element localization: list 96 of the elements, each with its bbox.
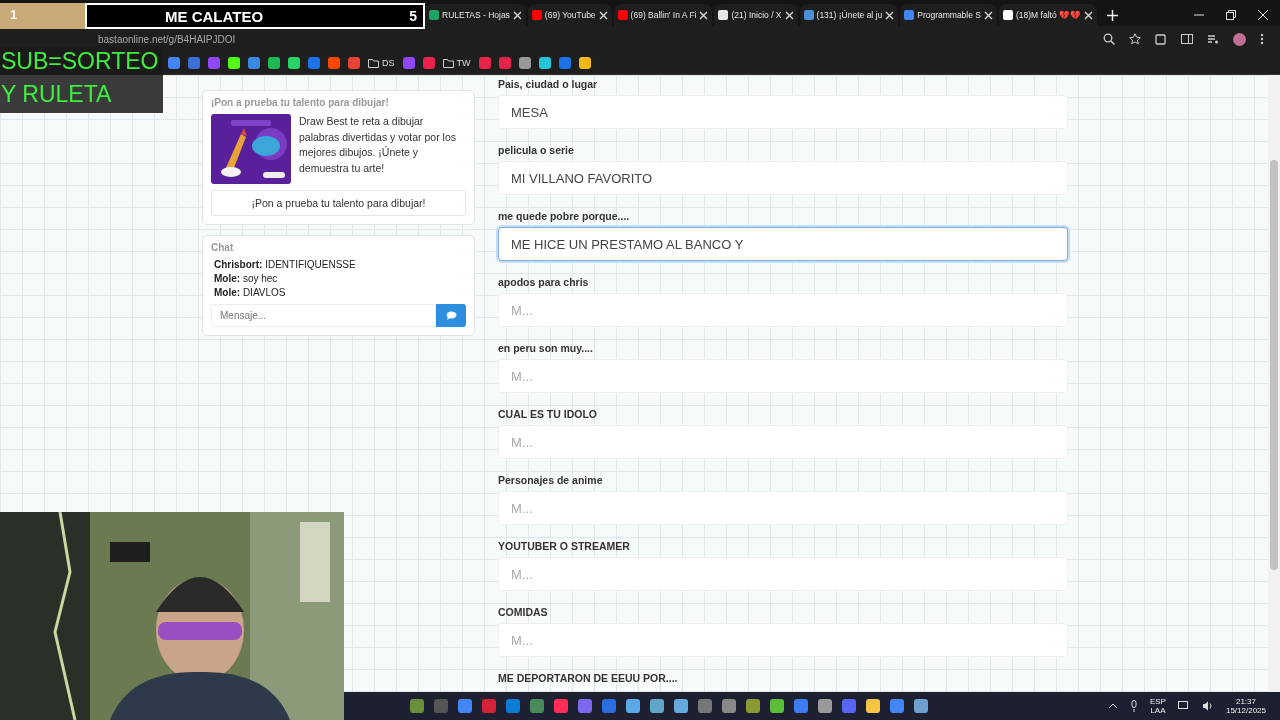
send-button[interactable]	[436, 304, 466, 327]
network-icon[interactable]	[1177, 701, 1190, 711]
chat-message: soy hec	[242, 273, 278, 284]
menu-icon[interactable]	[1260, 33, 1264, 45]
bookmark-icon[interactable]	[328, 57, 340, 69]
promo-button[interactable]: ¡Pon a prueba tu talento para dibujar!	[211, 190, 466, 216]
chat-title: Chat	[211, 242, 235, 253]
bookmark-icon[interactable]	[518, 57, 531, 69]
browser-tab[interactable]: (131) ¡Únete al ju	[799, 4, 899, 26]
field-label: ME DEPORTARON DE EEUU POR....	[498, 672, 679, 684]
tab-favicon-icon	[718, 10, 729, 20]
close-icon[interactable]	[885, 10, 895, 20]
restore-icon[interactable]	[1226, 10, 1236, 20]
message-field[interactable]: Mensaje...	[211, 304, 436, 327]
profile-avatar[interactable]	[1233, 32, 1246, 46]
browser-tab[interactable]: (69) YouTube	[527, 4, 612, 26]
bookmark-icon[interactable]	[168, 57, 180, 69]
answer-field[interactable]: M...	[498, 557, 1068, 591]
language-indicator[interactable]: ESP	[1149, 697, 1166, 706]
field-label: Personajes de anime	[498, 474, 604, 486]
close-icon[interactable]	[784, 10, 794, 20]
answer-field[interactable]: M...	[498, 293, 1068, 327]
overlay-promo-text: Y RULETA	[0, 75, 163, 113]
answer-field[interactable]: MESA	[498, 95, 1068, 129]
bookmark-icon[interactable]	[288, 57, 300, 69]
close-icon[interactable]	[598, 10, 608, 20]
close-icon[interactable]	[512, 10, 522, 20]
chat-message: IDENTIFIQUENSSE	[265, 259, 356, 270]
overlay-promo-text: SUB=SORTEO	[0, 47, 163, 75]
star-icon[interactable]	[1129, 33, 1141, 45]
bookmark-icon[interactable]	[228, 57, 240, 69]
extensions-icon[interactable]	[1155, 33, 1167, 45]
tab-favicon-icon	[803, 10, 814, 20]
answer-field[interactable]: M...	[498, 359, 1068, 393]
tab-favicon-icon	[904, 10, 915, 20]
taskbar-app-icon[interactable]	[650, 699, 664, 713]
answer-field[interactable]: M...	[498, 623, 1068, 657]
taskbar-app-icon[interactable]	[770, 699, 784, 713]
taskbar-app-icon[interactable]	[914, 699, 928, 713]
browser-tab[interactable]: (18)M faltó 💔💔	[999, 4, 1097, 26]
chat-username: Mole:	[214, 287, 241, 298]
answer-field[interactable]: M...	[498, 425, 1068, 459]
overlay-counter: 1	[0, 3, 85, 29]
field-label: YOUTUBER O STREAMER	[498, 540, 631, 552]
bookmark-folder[interactable]: TW	[442, 58, 471, 68]
speaker-icon[interactable]	[1201, 701, 1214, 711]
field-label: COMIDAS	[498, 606, 549, 618]
zoom-icon[interactable]	[1103, 33, 1115, 45]
browser-tab[interactable]: (21) Inicio / X	[714, 4, 798, 26]
chat-bubble-icon	[445, 311, 457, 320]
bookmark-icon[interactable]	[538, 57, 551, 69]
address-field[interactable]: bastaonline.net/g/B4HAIPJDOI	[98, 33, 236, 45]
bookmark-folder[interactable]: DS	[368, 58, 395, 68]
clock-time[interactable]: 21:37	[1235, 697, 1256, 706]
field-label: Pais, ciudad o lugar	[498, 78, 599, 90]
chat-username: Chrisbort:	[214, 259, 263, 270]
promo-description: Draw Best te reta a dibujar palabras divertidas y votar por los mejores dibujos. ¡Únete y demuestra tu arte!	[299, 114, 457, 176]
close-icon[interactable]	[984, 10, 993, 20]
close-icon[interactable]	[1258, 10, 1268, 20]
media-icon[interactable]	[1207, 33, 1219, 45]
browser-tab[interactable]: (69) Ballin' In A Fi	[613, 4, 713, 26]
chat-username: Mole:	[214, 273, 241, 284]
bookmark-icon[interactable]	[268, 57, 280, 69]
chat-message: DIAVLOS	[242, 287, 286, 298]
browser-tab[interactable]: RULETAS - Hojas	[425, 4, 526, 26]
answer-field[interactable]: MI VILLANO FAVORITO	[498, 161, 1068, 195]
field-label: en peru son muy....	[498, 342, 594, 354]
overlay-counter: 5	[409, 8, 417, 24]
answer-field[interactable]: ME HICE UN PRESTAMO AL BANCO Y	[498, 227, 1068, 261]
field-label: pelicula o serie	[498, 144, 575, 156]
answer-field[interactable]: M...	[498, 491, 1068, 525]
tab-favicon-icon	[429, 10, 439, 20]
new-tab-icon[interactable]	[1107, 10, 1118, 21]
tab-favicon-icon	[617, 10, 628, 20]
tab-favicon-icon	[1003, 10, 1013, 20]
field-label: apodos para chris	[498, 276, 590, 288]
browser-tab[interactable]: Programmable S	[900, 4, 997, 26]
bookmark-icon[interactable]	[578, 57, 591, 69]
taskbar-app-icon[interactable]	[674, 699, 688, 713]
close-icon[interactable]	[699, 10, 709, 20]
taskbar-app-icon[interactable]	[866, 699, 880, 713]
scrollbar[interactable]	[1268, 75, 1280, 692]
tab-favicon-icon	[531, 10, 542, 20]
promo-heading: ¡Pon a prueba tu talento para dibujar!	[211, 97, 390, 108]
clock-date[interactable]: 15/12/2025	[1225, 706, 1266, 715]
keyboard-layout[interactable]: LAA	[1150, 706, 1166, 715]
side-panel-icon[interactable]	[1181, 33, 1193, 45]
microphone-icon[interactable]	[1129, 700, 1138, 712]
close-icon[interactable]	[1084, 10, 1093, 20]
taskbar-app-icon[interactable]	[626, 699, 640, 713]
overlay-title: ME CALATEO	[165, 7, 264, 25]
scrollbar-thumb[interactable]	[1270, 160, 1278, 570]
field-label: me quede pobre porque....	[498, 210, 631, 222]
chevron-up-icon[interactable]	[1107, 703, 1118, 709]
bookmark-icon[interactable]	[248, 57, 260, 69]
field-label: CUAL ES TU IDOLO	[498, 408, 598, 420]
